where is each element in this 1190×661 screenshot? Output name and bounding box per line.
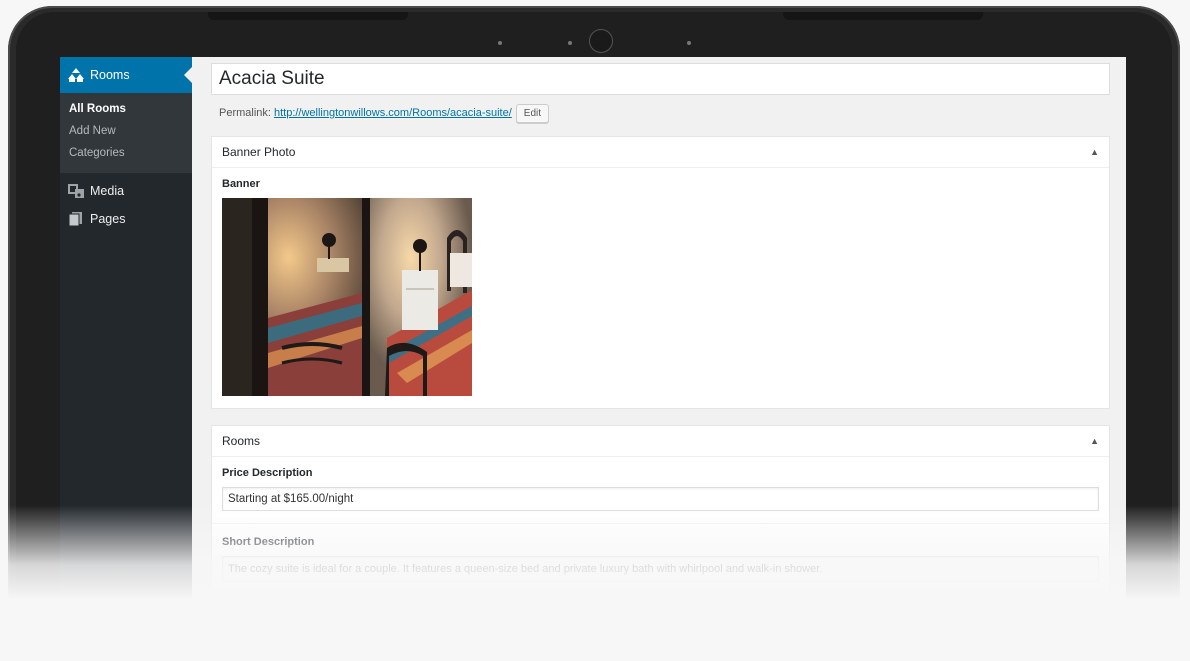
price-description-value: Starting at $165.00/night (228, 493, 354, 505)
admin-sidebar: Rooms All Rooms Add New Categories Media (60, 57, 192, 617)
pages-icon (68, 211, 84, 227)
sensor-dot (687, 41, 691, 45)
permalink-link[interactable]: http://wellingtonwillows.com/Rooms/acaci… (274, 107, 512, 119)
webcam-icon (589, 29, 613, 53)
banner-photo-title: Banner Photo (222, 145, 296, 159)
editor-content: Acacia Suite Permalink: http://wellingto… (192, 57, 1126, 617)
rooms-box-title: Rooms (222, 434, 261, 448)
rooms-box-header[interactable]: Rooms ▲ (212, 426, 1109, 457)
post-title-input[interactable]: Acacia Suite (211, 63, 1110, 95)
permalink-edit-button[interactable]: Edit (515, 103, 550, 123)
rooms-icon (68, 67, 84, 83)
rooms-box-body: Price Description Starting at $165.00/ni… (212, 457, 1109, 523)
sidebar-item-media[interactable]: Media (60, 177, 192, 205)
collapse-arrow-icon[interactable]: ▲ (1090, 147, 1099, 157)
banner-image[interactable] (222, 198, 472, 396)
short-description-input[interactable]: The cozy suite is ideal for a couple. It… (222, 556, 1099, 582)
banner-photo-body: Banner (212, 168, 1109, 408)
banner-photo-box: Banner Photo ▲ Banner (211, 136, 1110, 409)
price-description-input[interactable]: Starting at $165.00/night (222, 487, 1099, 511)
rooms-submenu: All Rooms Add New Categories (60, 93, 192, 173)
sidebar-item-label: Rooms (90, 68, 130, 82)
media-icon (68, 183, 84, 199)
rooms-box: Rooms ▲ Price Description Starting at $1… (211, 425, 1110, 595)
submenu-all-rooms[interactable]: All Rooms (60, 99, 192, 121)
permalink-row: Permalink: http://wellingtonwillows.com/… (211, 103, 1110, 123)
sidebar-item-pages[interactable]: Pages (60, 205, 192, 233)
sidebar-item-label: Pages (90, 212, 126, 226)
bezel-notch-left (208, 12, 408, 20)
short-description-section: Short Description The cozy suite is idea… (212, 523, 1109, 594)
sensor-dot (568, 41, 572, 45)
short-description-label: Short Description (222, 536, 315, 548)
screen: Rooms All Rooms Add New Categories Media (60, 57, 1126, 617)
submenu-add-new[interactable]: Add New (60, 121, 192, 143)
price-description-label: Price Description (222, 467, 313, 479)
banner-photo-header[interactable]: Banner Photo ▲ (212, 137, 1109, 168)
submenu-categories[interactable]: Categories (60, 143, 192, 165)
short-description-value: The cozy suite is ideal for a couple. It… (228, 563, 823, 575)
permalink-label: Permalink: (219, 107, 271, 119)
post-title-value: Acacia Suite (219, 68, 325, 89)
collapse-arrow-icon[interactable]: ▲ (1090, 436, 1099, 446)
bezel-notch-right (783, 12, 983, 20)
banner-field-label: Banner (222, 178, 260, 190)
sensor-dot (498, 41, 502, 45)
sidebar-item-rooms[interactable]: Rooms (60, 57, 192, 93)
sidebar-item-label: Media (90, 184, 125, 198)
